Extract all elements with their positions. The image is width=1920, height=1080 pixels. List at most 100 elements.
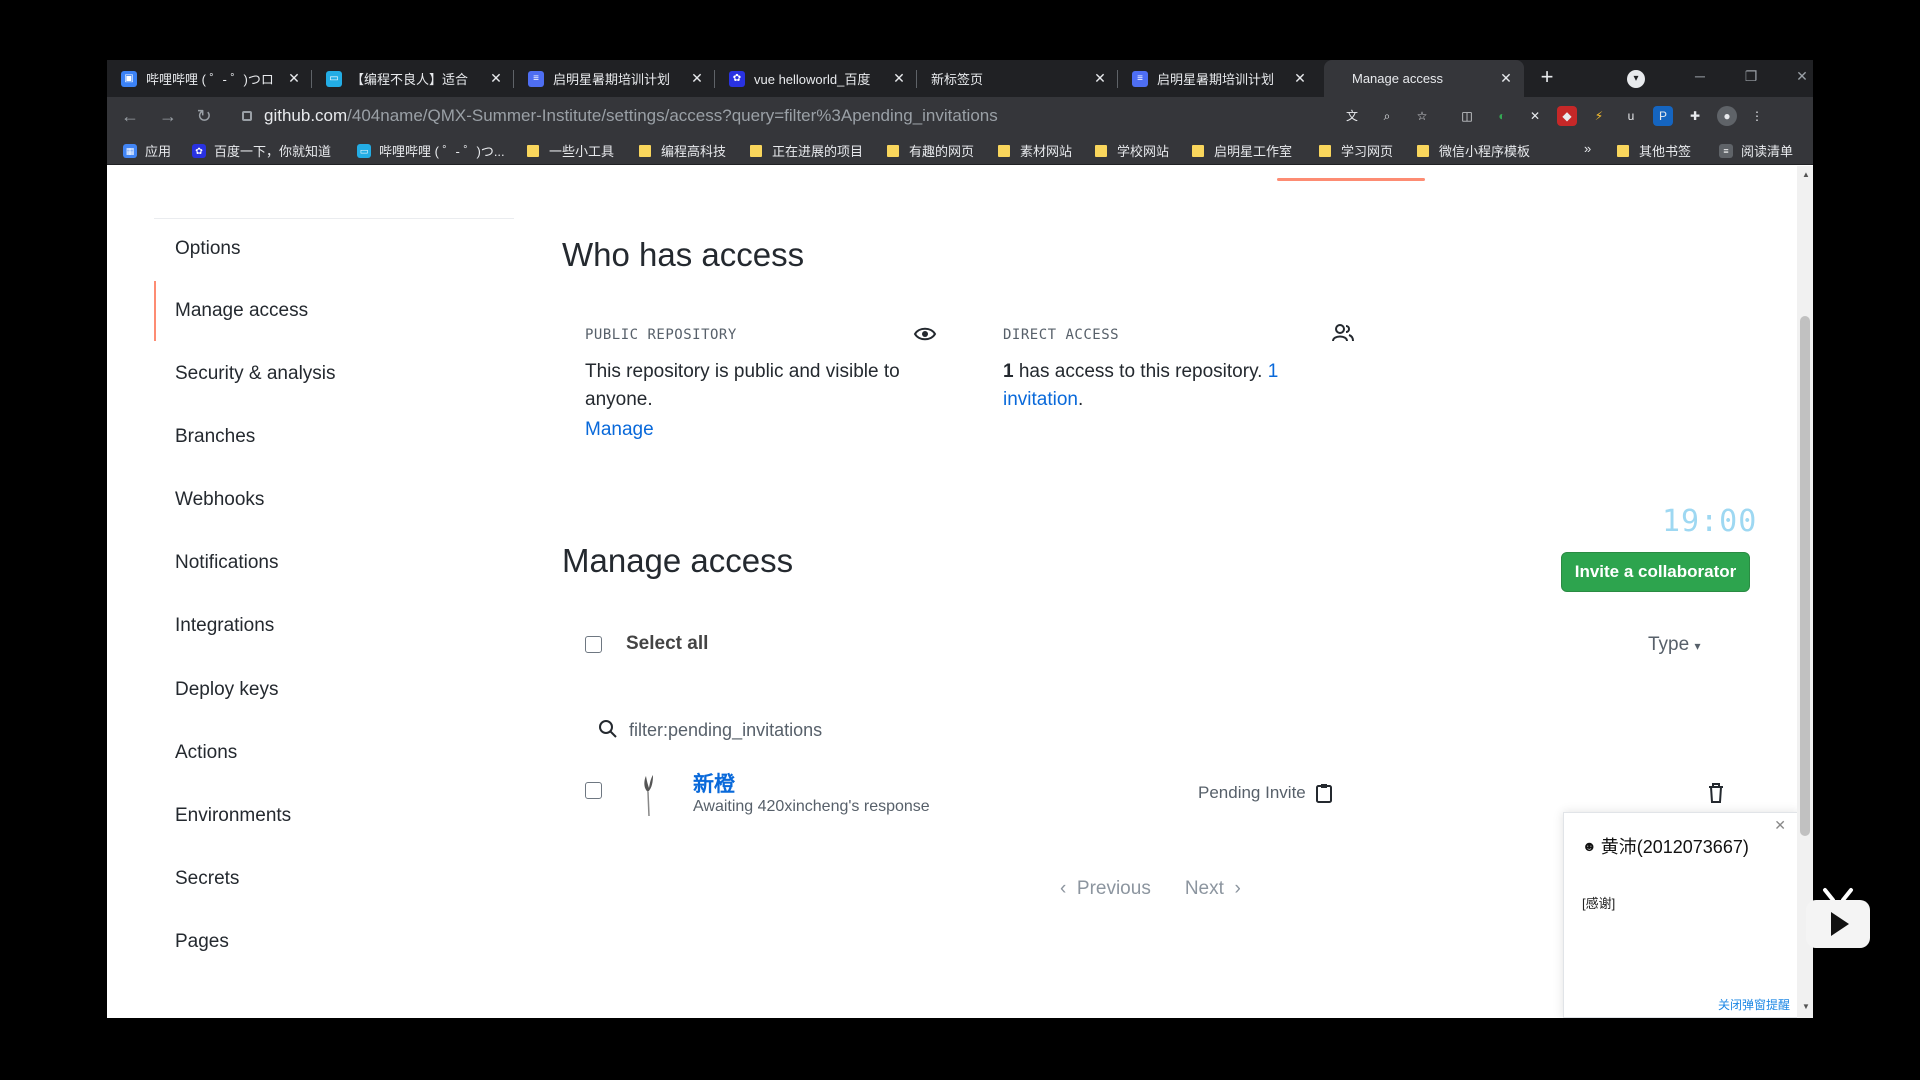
- new-tab-button[interactable]: +: [1535, 66, 1559, 90]
- sidebar-item-label: Security & analysis: [175, 363, 336, 384]
- bookmark-bilibili[interactable]: ▭ 哔哩哔哩 ( ゜- ゜)つ...: [357, 141, 505, 160]
- tab-close-icon[interactable]: ✕: [1292, 70, 1308, 87]
- popup-close-icon[interactable]: ✕: [1774, 817, 1786, 834]
- bookmark-star-icon[interactable]: ☆: [1412, 106, 1432, 126]
- translate-icon[interactable]: 文: [1342, 106, 1362, 126]
- chevron-right-icon: ›: [1234, 878, 1241, 899]
- scrollbar-thumb[interactable]: [1800, 316, 1810, 836]
- sidebar-item-label: Branches: [175, 426, 256, 447]
- tab-close-icon[interactable]: ✕: [286, 70, 302, 87]
- reader-icon[interactable]: ◫: [1457, 106, 1477, 126]
- menu-kebab-icon[interactable]: ⋮: [1747, 106, 1767, 126]
- minimize-icon[interactable]: ─: [1685, 68, 1715, 88]
- sidebar-item-branches[interactable]: Branches: [154, 407, 514, 467]
- sidebar-item-notifications[interactable]: Notifications: [154, 533, 514, 593]
- bookmark-apps[interactable]: ▦ 应用: [123, 141, 171, 160]
- sidebar-item-webhooks[interactable]: Webhooks: [154, 470, 514, 530]
- tab-close-icon[interactable]: ✕: [1498, 70, 1514, 87]
- bookmark-folder-tech[interactable]: 编程高科技: [639, 141, 726, 160]
- bilibili-tv-icon[interactable]: [1803, 886, 1873, 952]
- extension-bolt-icon[interactable]: ⚡: [1589, 106, 1609, 126]
- bookmark-folder-miniprogram[interactable]: 微信小程序模板: [1417, 141, 1530, 160]
- tab-training-plan[interactable]: ≡ 启明星暑期培训计划 ✕: [514, 60, 715, 97]
- pending-invite-label: Pending Invite: [1198, 783, 1306, 802]
- reload-icon[interactable]: ↻: [193, 105, 215, 127]
- sidebar-item-environments[interactable]: Environments: [154, 786, 514, 846]
- tab-training-plan-2[interactable]: ≡ 启明星暑期培训计划 ✕: [1118, 60, 1318, 97]
- tab-baidu-search[interactable]: ✿ vue helloworld_百度 ✕: [715, 60, 917, 97]
- copy-invite-link-icon[interactable]: [1315, 782, 1333, 804]
- people-icon: [1332, 324, 1354, 342]
- folder-icon: [1095, 144, 1107, 157]
- tab-course[interactable]: ▭ 【编程不良人】适合 ✕: [312, 60, 514, 97]
- tab-close-icon[interactable]: ✕: [689, 70, 705, 87]
- close-popup-reminder-link[interactable]: 关闭弹窗提醒: [1718, 996, 1790, 1013]
- bookmark-folder-assets[interactable]: 素材网站: [998, 141, 1072, 160]
- previous-label: Previous: [1076, 878, 1151, 899]
- sidebar-item-integrations[interactable]: Integrations: [154, 596, 514, 656]
- extension-u-icon[interactable]: u: [1621, 106, 1641, 126]
- manage-access-heading: Manage access: [562, 542, 794, 579]
- forward-icon[interactable]: →: [157, 105, 179, 127]
- select-all-checkbox[interactable]: [585, 636, 602, 653]
- bookmark-folder-studio[interactable]: 启明星工作室: [1192, 141, 1292, 160]
- next-page-button[interactable]: Next ›: [1185, 878, 1241, 900]
- extension-flag-icon[interactable]: ◆: [1557, 106, 1577, 126]
- bookmark-folder-fun[interactable]: 有趣的网页: [887, 141, 974, 160]
- bookmark-folder-study[interactable]: 学习网页: [1319, 141, 1393, 160]
- member-name-link[interactable]: 新橙: [693, 768, 735, 798]
- puzzle-icon[interactable]: ✚: [1685, 106, 1705, 126]
- invite-collaborator-button[interactable]: Invite a collaborator: [1561, 552, 1750, 592]
- type-filter-dropdown[interactable]: Type ▾: [1648, 634, 1701, 656]
- scroll-up-arrow-icon[interactable]: ▲: [1802, 170, 1810, 179]
- zoom-icon[interactable]: ⌕: [1377, 106, 1397, 126]
- window-close-icon[interactable]: ✕: [1787, 68, 1813, 88]
- manage-visibility-link[interactable]: Manage: [585, 416, 654, 444]
- extension-icon[interactable]: ◐: [1492, 106, 1512, 126]
- url-host: github.com: [264, 106, 348, 125]
- tab-close-icon[interactable]: ✕: [1092, 70, 1108, 87]
- address-bar[interactable]: github.com/404name/QMX-Summer-Institute/…: [264, 106, 998, 126]
- member-row-checkbox[interactable]: [585, 782, 602, 799]
- tab-close-icon[interactable]: ✕: [488, 70, 504, 87]
- browser-toolbar: ← → ↻ github.com/404name/QMX-Summer-Inst…: [107, 97, 1813, 135]
- member-search-input[interactable]: [629, 716, 1229, 744]
- doc-icon: ≡: [528, 70, 544, 87]
- tab-new-tab[interactable]: 新标签页 ✕: [917, 60, 1118, 97]
- trash-icon[interactable]: [1706, 781, 1726, 805]
- tab-search-icon[interactable]: ▾: [1627, 70, 1645, 88]
- previous-page-button[interactable]: ‹ Previous: [1060, 878, 1151, 900]
- sidebar-item-deploy-keys[interactable]: Deploy keys: [154, 660, 514, 720]
- folder-icon: [1617, 144, 1629, 157]
- pending-invite-status: Pending Invite: [1198, 782, 1333, 804]
- back-icon[interactable]: ←: [119, 105, 141, 127]
- bookmark-baidu[interactable]: ✿ 百度一下，你就知道: [192, 141, 331, 160]
- bookmark-folder-school[interactable]: 学校网站: [1095, 141, 1169, 160]
- bilibili-icon: ▣: [121, 70, 137, 87]
- extension-x-icon[interactable]: ✕: [1525, 106, 1545, 126]
- tab-manage-access[interactable]: Manage access ✕: [1324, 60, 1524, 97]
- sidebar-item-options[interactable]: Options: [154, 219, 514, 279]
- bookmark-folder-projects[interactable]: 正在进展的项目: [750, 141, 863, 160]
- scroll-down-arrow-icon[interactable]: ▼: [1802, 1002, 1810, 1011]
- restore-icon[interactable]: ❐: [1736, 68, 1766, 88]
- tab-title: 启明星暑期培训计划: [553, 72, 671, 87]
- sidebar-item-actions[interactable]: Actions: [154, 723, 514, 783]
- sidebar-item-secrets[interactable]: Secrets: [154, 849, 514, 909]
- sidebar-item-security-analysis[interactable]: Security & analysis: [154, 344, 514, 404]
- bookmark-folder-tools[interactable]: 一些小工具: [527, 141, 614, 160]
- sidebar-item-label: Integrations: [175, 615, 275, 636]
- tab-close-icon[interactable]: ✕: [891, 70, 907, 87]
- bookmark-folder-other[interactable]: 其他书签: [1617, 141, 1691, 160]
- bookmark-overflow-chevron[interactable]: »: [1584, 141, 1591, 156]
- direct-access-sentence: has access to this repository.: [1013, 361, 1268, 382]
- tab-bilibili[interactable]: ▣ 哔哩哔哩 ( ゜- ゜)つロ ✕: [107, 60, 312, 97]
- profile-avatar-icon[interactable]: ●: [1717, 106, 1737, 126]
- bookmark-label: 有趣的网页: [909, 144, 975, 159]
- bookmark-reading-list[interactable]: ≡ 阅读清单: [1719, 141, 1793, 160]
- member-avatar[interactable]: [635, 770, 663, 816]
- extension-p-icon[interactable]: P: [1653, 106, 1673, 126]
- sidebar-item-pages[interactable]: Pages: [154, 912, 514, 972]
- bookmark-label: 哔哩哔哩 ( ゜- ゜)つ...: [379, 144, 505, 159]
- sidebar-item-manage-access[interactable]: Manage access: [154, 281, 514, 341]
